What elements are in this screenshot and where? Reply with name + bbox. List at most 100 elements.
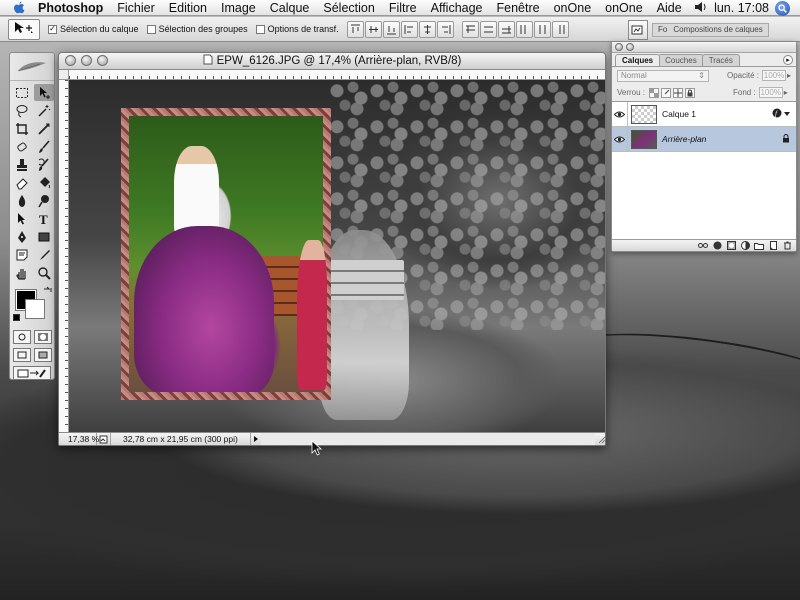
lock-pixels-icon[interactable] bbox=[661, 87, 672, 98]
menu-fenetre[interactable]: Fenêtre bbox=[490, 1, 547, 15]
layer-row-arriere-plan[interactable]: Arrière-plan bbox=[612, 126, 796, 152]
file-browser-icon[interactable] bbox=[628, 19, 648, 40]
magic-wand-tool-icon[interactable] bbox=[34, 102, 54, 119]
lasso-tool-icon[interactable] bbox=[12, 102, 32, 119]
adjustment-layer-icon[interactable] bbox=[740, 241, 750, 250]
notes-tool-icon[interactable] bbox=[12, 246, 32, 263]
apple-menu-icon[interactable] bbox=[12, 1, 26, 15]
resize-grip-icon[interactable] bbox=[595, 435, 605, 444]
menu-onone-2[interactable]: onOne bbox=[598, 1, 650, 15]
volume-icon[interactable] bbox=[694, 1, 708, 16]
align-right-icon[interactable] bbox=[436, 20, 454, 38]
lock-all-icon[interactable] bbox=[685, 87, 696, 98]
background-color-swatch[interactable] bbox=[25, 299, 45, 319]
new-layer-icon[interactable] bbox=[768, 241, 778, 250]
menu-aide[interactable]: Aide bbox=[650, 1, 689, 15]
pen-tool-icon[interactable] bbox=[12, 228, 32, 245]
distribute-left-icon[interactable] bbox=[515, 20, 533, 38]
document-titlebar[interactable]: EPW_6126.JPG @ 17,4% (Arrière-plan, RVB/… bbox=[59, 53, 605, 70]
auto-select-groups-checkbox[interactable] bbox=[146, 24, 156, 34]
path-selection-tool-icon[interactable] bbox=[12, 210, 32, 227]
lock-transparency-icon[interactable] bbox=[649, 87, 660, 98]
menu-calque[interactable]: Calque bbox=[263, 1, 317, 15]
image-canvas[interactable] bbox=[69, 80, 605, 434]
menu-image[interactable]: Image bbox=[214, 1, 263, 15]
shape-tool-icon[interactable] bbox=[34, 228, 54, 245]
zoom-level-field[interactable]: 17,38 % bbox=[59, 432, 99, 445]
menu-clock[interactable]: lun. 17:08 bbox=[714, 1, 769, 15]
standard-mode-icon[interactable] bbox=[12, 330, 31, 344]
transform-options-checkbox[interactable] bbox=[255, 24, 265, 34]
layer-visibility-eye-icon[interactable] bbox=[612, 101, 628, 127]
distribute-top-icon[interactable] bbox=[461, 20, 479, 38]
tool-preset-picker[interactable] bbox=[8, 18, 40, 40]
swap-colors-icon[interactable] bbox=[43, 286, 52, 298]
auto-select-layer-option[interactable]: ✓ Sélection du calque bbox=[48, 24, 139, 34]
auto-select-groups-option[interactable]: Sélection des groupes bbox=[146, 24, 248, 34]
brush-tool-icon[interactable] bbox=[34, 138, 54, 155]
type-tool-icon[interactable]: T bbox=[34, 210, 54, 227]
opacity-arrow-icon[interactable]: ▸ bbox=[787, 71, 791, 80]
blur-tool-icon[interactable] bbox=[12, 192, 32, 209]
close-button[interactable] bbox=[65, 55, 76, 66]
ruler-origin[interactable] bbox=[59, 70, 69, 80]
transform-options-option[interactable]: Options de transf. bbox=[255, 24, 339, 34]
palette-close-button[interactable] bbox=[615, 43, 623, 51]
slice-tool-icon[interactable] bbox=[34, 120, 54, 137]
zoom-button[interactable] bbox=[97, 55, 108, 66]
well-tab-compositions[interactable]: Compositions de calques bbox=[673, 25, 762, 34]
tab-couches[interactable]: Couches bbox=[658, 54, 704, 66]
delete-layer-icon[interactable] bbox=[782, 241, 792, 250]
opacity-field[interactable]: 100% bbox=[762, 70, 786, 81]
menu-fichier[interactable]: Fichier bbox=[110, 1, 162, 15]
default-colors-icon[interactable] bbox=[13, 314, 20, 321]
distribute-bottom-icon[interactable] bbox=[497, 20, 515, 38]
dodge-tool-icon[interactable] bbox=[34, 192, 54, 209]
align-hcenter-icon[interactable] bbox=[418, 20, 436, 38]
clone-stamp-tool-icon[interactable] bbox=[12, 156, 32, 173]
link-layers-icon[interactable] bbox=[698, 241, 708, 250]
layer-style-icon[interactable]: f bbox=[772, 108, 782, 120]
distribute-right-icon[interactable] bbox=[551, 20, 569, 38]
align-bottom-icon[interactable] bbox=[382, 20, 400, 38]
auto-select-layer-checkbox[interactable]: ✓ bbox=[48, 24, 57, 34]
palette-minimize-button[interactable] bbox=[626, 43, 634, 51]
add-layer-style-icon[interactable] bbox=[712, 241, 722, 250]
layer-visibility-eye-icon[interactable] bbox=[612, 126, 628, 152]
distribute-hcenter-icon[interactable] bbox=[533, 20, 551, 38]
align-left-icon[interactable] bbox=[400, 20, 418, 38]
lock-position-icon[interactable] bbox=[673, 87, 684, 98]
jump-to-imageready-icon[interactable] bbox=[13, 366, 51, 380]
fill-arrow-icon[interactable]: ▸ bbox=[784, 88, 788, 97]
blend-mode-select[interactable]: Normal ⇕ bbox=[617, 69, 709, 82]
paint-bucket-tool-icon[interactable] bbox=[34, 174, 54, 191]
zoom-tool-icon[interactable] bbox=[34, 264, 54, 281]
move-tool-icon[interactable] bbox=[34, 84, 54, 101]
crop-tool-icon[interactable] bbox=[12, 120, 32, 137]
fill-field[interactable]: 100% bbox=[758, 87, 783, 98]
history-brush-tool-icon[interactable] bbox=[34, 156, 54, 173]
status-menu-arrow-icon[interactable] bbox=[251, 435, 261, 443]
spotlight-search-icon[interactable] bbox=[775, 0, 790, 16]
quick-mask-mode-icon[interactable] bbox=[33, 330, 52, 344]
align-top-icon[interactable] bbox=[346, 20, 364, 38]
effects-expand-icon[interactable] bbox=[784, 109, 790, 119]
eraser-tool-icon[interactable] bbox=[12, 174, 32, 191]
menu-affichage[interactable]: Affichage bbox=[424, 1, 490, 15]
layers-palette-titlebar[interactable] bbox=[612, 42, 796, 53]
vertical-ruler[interactable] bbox=[59, 80, 69, 434]
tab-traces[interactable]: Tracés bbox=[701, 54, 740, 66]
add-mask-icon[interactable] bbox=[726, 241, 736, 250]
well-tab-fo[interactable]: Fo bbox=[658, 25, 667, 34]
distribute-vcenter-icon[interactable] bbox=[479, 20, 497, 38]
full-screen-menu-mode-icon[interactable] bbox=[33, 348, 52, 362]
standard-screen-mode-icon[interactable] bbox=[12, 348, 31, 362]
minimize-button[interactable] bbox=[81, 55, 92, 66]
menu-onone-1[interactable]: onOne bbox=[547, 1, 599, 15]
palette-menu-icon[interactable]: ▸ bbox=[783, 55, 793, 65]
layer-row-calque-1[interactable]: Calque 1 f bbox=[612, 101, 796, 127]
menu-selection[interactable]: Sélection bbox=[316, 1, 381, 15]
hand-tool-icon[interactable] bbox=[12, 264, 32, 281]
marquee-tool-icon[interactable] bbox=[12, 84, 32, 101]
feather-logo-icon[interactable] bbox=[10, 53, 54, 81]
